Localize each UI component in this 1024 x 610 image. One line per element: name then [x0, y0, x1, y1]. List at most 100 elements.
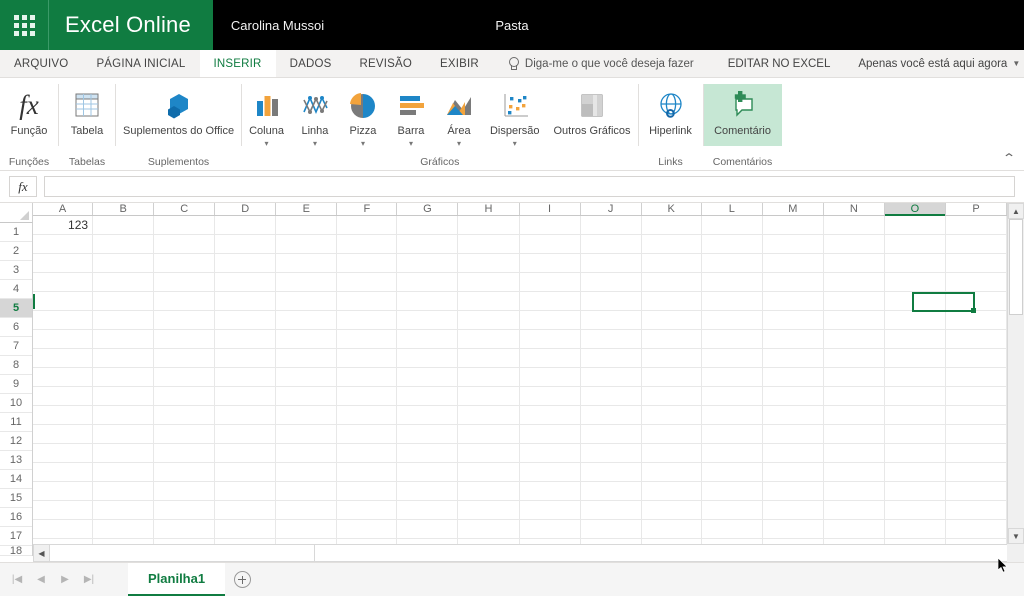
column-header[interactable]: N: [824, 203, 885, 215]
cell-M7[interactable]: [763, 330, 824, 348]
cell-E11[interactable]: [276, 406, 337, 424]
prev-sheet-icon[interactable]: ◀: [30, 568, 52, 592]
cell-F3[interactable]: [337, 254, 397, 272]
cell-O7[interactable]: [885, 330, 946, 348]
column-header[interactable]: I: [520, 203, 581, 215]
cell-P2[interactable]: [946, 235, 1007, 253]
horizontal-scroll-track[interactable]: [50, 544, 1007, 562]
cell-E5[interactable]: [276, 292, 337, 310]
column-header[interactable]: J: [581, 203, 642, 215]
cell-J11[interactable]: [581, 406, 642, 424]
column-header[interactable]: K: [642, 203, 702, 215]
cell-C12[interactable]: [154, 425, 215, 443]
app-launcher-button[interactable]: [0, 0, 48, 50]
cell-I17[interactable]: [520, 520, 581, 538]
insert-hyperlink-button[interactable]: Hiperlink: [639, 84, 703, 138]
cell-C3[interactable]: [154, 254, 215, 272]
column-header-selected[interactable]: O: [885, 203, 946, 215]
cell-G16[interactable]: [397, 501, 458, 519]
cell-E4[interactable]: [276, 273, 337, 291]
cell-A14[interactable]: [33, 463, 93, 481]
cell-E14[interactable]: [276, 463, 337, 481]
cell-L6[interactable]: [702, 311, 763, 329]
cell-D16[interactable]: [215, 501, 276, 519]
cell-I5[interactable]: [520, 292, 581, 310]
horizontal-scroll-thumb[interactable]: [50, 545, 315, 561]
cell-N3[interactable]: [824, 254, 885, 272]
cell-N6[interactable]: [824, 311, 885, 329]
cell-K3[interactable]: [642, 254, 702, 272]
cell-G12[interactable]: [397, 425, 458, 443]
cell-A11[interactable]: [33, 406, 93, 424]
insert-other-charts-button[interactable]: Outros Gráficos: [546, 84, 637, 138]
cell-E3[interactable]: [276, 254, 337, 272]
column-header[interactable]: D: [215, 203, 276, 215]
cell-J2[interactable]: [581, 235, 642, 253]
cell-A9[interactable]: [33, 368, 93, 386]
cell-K13[interactable]: [642, 444, 702, 462]
cell-F9[interactable]: [337, 368, 397, 386]
cell-C4[interactable]: [154, 273, 215, 291]
chevron-down-icon[interactable]: ▾: [313, 139, 317, 148]
cell-A1[interactable]: 123: [33, 216, 93, 234]
edit-in-excel-button[interactable]: EDITAR NO EXCEL: [714, 50, 845, 77]
cell-K7[interactable]: [642, 330, 702, 348]
cell-H7[interactable]: [458, 330, 519, 348]
cell-M15[interactable]: [763, 482, 824, 500]
cell-D10[interactable]: [215, 387, 276, 405]
cell-E1[interactable]: [276, 216, 337, 234]
cell-K5[interactable]: [642, 292, 702, 310]
cell-P1[interactable]: [946, 216, 1007, 234]
cell-O2[interactable]: [885, 235, 946, 253]
cell-P7[interactable]: [946, 330, 1007, 348]
cell-J7[interactable]: [581, 330, 642, 348]
last-sheet-icon[interactable]: ▶|: [78, 568, 100, 592]
cell-H12[interactable]: [458, 425, 519, 443]
tab-arquivo[interactable]: ARQUIVO: [0, 50, 82, 77]
cell-F13[interactable]: [337, 444, 397, 462]
chevron-down-icon[interactable]: ▾: [361, 139, 365, 148]
cell-I2[interactable]: [520, 235, 581, 253]
cell-A10[interactable]: [33, 387, 93, 405]
cell-M5[interactable]: [763, 292, 824, 310]
cell-L12[interactable]: [702, 425, 763, 443]
insert-table-button[interactable]: Tabela: [59, 84, 115, 138]
horizontal-scrollbar[interactable]: ◀: [0, 544, 1024, 562]
cell-P17[interactable]: [946, 520, 1007, 538]
tab-pagina-inicial[interactable]: PÁGINA INICIAL: [82, 50, 199, 77]
cell-P9[interactable]: [946, 368, 1007, 386]
cell-M10[interactable]: [763, 387, 824, 405]
cell-O11[interactable]: [885, 406, 946, 424]
cell-K1[interactable]: [642, 216, 702, 234]
cell-A16[interactable]: [33, 501, 93, 519]
cell-K10[interactable]: [642, 387, 702, 405]
cell-B6[interactable]: [93, 311, 154, 329]
cell-M13[interactable]: [763, 444, 824, 462]
cell-P5[interactable]: [946, 292, 1007, 310]
cell-N17[interactable]: [824, 520, 885, 538]
cell-F11[interactable]: [337, 406, 397, 424]
cell-J13[interactable]: [581, 444, 642, 462]
office-addins-button[interactable]: Suplementos do Office: [116, 84, 241, 138]
cell-D7[interactable]: [215, 330, 276, 348]
cell-N4[interactable]: [824, 273, 885, 291]
cell-O12[interactable]: [885, 425, 946, 443]
cell-P15[interactable]: [946, 482, 1007, 500]
cell-H5[interactable]: [458, 292, 519, 310]
cell-N9[interactable]: [824, 368, 885, 386]
cell-I16[interactable]: [520, 501, 581, 519]
cell-F17[interactable]: [337, 520, 397, 538]
cell-H8[interactable]: [458, 349, 519, 367]
cell-L16[interactable]: [702, 501, 763, 519]
row-header[interactable]: 18: [0, 546, 32, 556]
cell-L4[interactable]: [702, 273, 763, 291]
cell-B11[interactable]: [93, 406, 154, 424]
cell-I12[interactable]: [520, 425, 581, 443]
cell-B12[interactable]: [93, 425, 154, 443]
insert-pie-chart-button[interactable]: Pizza ▾: [339, 84, 387, 148]
cell-K15[interactable]: [642, 482, 702, 500]
cell-I6[interactable]: [520, 311, 581, 329]
cell-O4[interactable]: [885, 273, 946, 291]
cell-I13[interactable]: [520, 444, 581, 462]
vertical-scroll-track[interactable]: [1008, 219, 1024, 528]
